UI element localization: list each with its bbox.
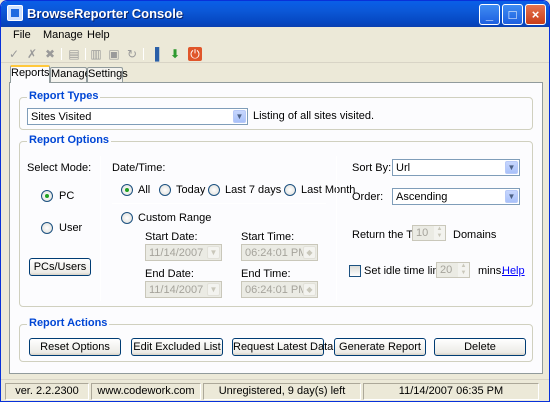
power-icon[interactable]: ⏻ [188, 47, 202, 61]
maximize-button[interactable]: □ [502, 4, 523, 25]
range-all-radio[interactable] [121, 184, 133, 196]
report-type-dropdown[interactable]: Sites Visited ▼ [27, 108, 248, 125]
mode-pc-radio[interactable] [41, 190, 53, 202]
select-mode-label: Select Mode: [27, 162, 92, 174]
minimize-button[interactable]: _ [479, 4, 500, 25]
report-options-group: Report Options Select Mode: PC User PCs/… [19, 134, 533, 307]
range-today-radio[interactable] [159, 184, 171, 196]
generate-report-button[interactable]: Generate Report [334, 338, 426, 356]
start-date-value: 11/14/2007 [149, 247, 204, 259]
idle-time-spinner[interactable]: 20 ▲ ▼ [436, 262, 470, 278]
list-icon[interactable]: ▤ [67, 47, 81, 61]
end-date-label: End Date: [145, 268, 194, 280]
idle-time-value: 20 [440, 264, 453, 276]
return-top-spinner[interactable]: 10 ▲ ▼ [412, 225, 446, 241]
chevron-down-icon[interactable]: ▼ [505, 190, 518, 203]
report-actions-group: Report Actions Reset Options Edit Exclud… [19, 317, 533, 362]
report-type-value: Sites Visited [31, 111, 92, 123]
menu-file[interactable]: File [13, 29, 31, 41]
return-top-value: 10 [416, 227, 429, 239]
request-latest-data-button[interactable]: Request Latest Data [232, 338, 333, 356]
range-lastmonth-label: Last Month [301, 184, 356, 196]
start-time-picker[interactable]: 06:24:01 PM ◆ [241, 244, 318, 261]
custom-range-label: Custom Range [138, 212, 212, 224]
reset-options-button[interactable]: Reset Options [29, 338, 121, 356]
status-bar: ver. 2.2.2300 www.codework.com Unregiste… [1, 379, 549, 401]
status-datetime: 11/14/2007 06:35 PM [363, 383, 539, 400]
chevron-down-icon[interactable]: ▼ [233, 110, 246, 123]
spin-icon[interactable]: ◆ [303, 283, 316, 296]
spinner-arrows-icon[interactable]: ▲ ▼ [434, 226, 445, 240]
tab-manage[interactable]: Manage [50, 67, 91, 82]
refresh-icon[interactable]: ↻ [125, 47, 139, 61]
delete-button[interactable]: Delete [434, 338, 526, 356]
app-window: BrowseReporter Console _ □ × File Manage… [0, 0, 550, 402]
uncheck-icon[interactable]: ✗ [25, 47, 39, 61]
toolbar: ✓ ✗ ✖ ▤ ▥ ▣ ↻ ▐ ⬇ ⏻ [1, 45, 549, 63]
delete-icon[interactable]: ✖ [43, 47, 57, 61]
range-last7-label: Last 7 days [225, 184, 282, 196]
range-today-label: Today [176, 184, 206, 196]
status-website: www.codework.com [91, 383, 201, 400]
end-time-label: End Time: [241, 268, 291, 280]
tab-settings[interactable]: Settings [87, 67, 128, 82]
mode-user-label: User [59, 222, 83, 234]
app-icon [7, 5, 23, 21]
check-icon[interactable]: ✓ [7, 47, 21, 61]
chevron-down-icon[interactable]: ▼ [207, 246, 220, 259]
idle-time-checkbox[interactable] [349, 265, 361, 277]
range-all-label: All [138, 184, 151, 196]
start-time-value: 06:24:01 PM [245, 247, 308, 259]
help-link[interactable]: Help [502, 265, 525, 277]
page-icon[interactable]: ▥ [89, 47, 103, 61]
end-time-value: 06:24:01 PM [245, 284, 308, 296]
domains-label: Domains [453, 229, 497, 241]
window-title: BrowseReporter Console [27, 6, 184, 21]
pcs-users-button[interactable]: PCs/Users [29, 258, 91, 276]
sort-by-label: Sort By: [352, 162, 392, 174]
menu-help[interactable]: Help [87, 29, 110, 41]
mode-user-radio[interactable] [41, 222, 53, 234]
report-types-title: Report Types [27, 90, 101, 102]
range-lastmonth-radio[interactable] [284, 184, 296, 196]
chevron-down-icon[interactable]: ▼ [505, 161, 518, 174]
mins-label: mins. [478, 265, 505, 277]
report-actions-title: Report Actions [27, 317, 110, 329]
start-date-label: Start Date: [145, 231, 198, 243]
title-bar: BrowseReporter Console _ □ × [1, 1, 549, 27]
status-registration: Unregistered, 9 day(s) left [203, 383, 361, 400]
report-options-title: Report Options [27, 134, 112, 146]
report-types-group: Report Types Sites Visited ▼ Listing of … [19, 90, 533, 130]
close-button[interactable]: × [525, 4, 546, 25]
status-version: ver. 2.2.2300 [5, 383, 89, 400]
custom-range-radio[interactable] [121, 212, 133, 224]
order-value: Ascending [396, 191, 448, 203]
tab-reports[interactable]: Reports [10, 65, 50, 83]
spin-icon[interactable]: ◆ [303, 246, 316, 259]
start-date-picker[interactable]: 11/14/2007 ▼ [145, 244, 222, 261]
datetime-label: Date/Time: [112, 162, 166, 174]
order-label: Order: [352, 191, 384, 203]
chevron-down-icon[interactable]: ▼ [207, 283, 220, 296]
menu-bar: File Manage Help [1, 27, 549, 45]
end-time-picker[interactable]: 06:24:01 PM ◆ [241, 281, 318, 298]
end-date-picker[interactable]: 11/14/2007 ▼ [145, 281, 222, 298]
exit-icon[interactable]: ▐ [148, 47, 162, 61]
download-icon[interactable]: ⬇ [168, 47, 182, 61]
start-time-label: Start Time: [241, 231, 295, 243]
report-type-description: Listing of all sites visited. [253, 110, 375, 122]
menu-manage[interactable]: Manage [43, 29, 83, 41]
reports-tab-page: Report Types Sites Visited ▼ Listing of … [9, 82, 543, 374]
range-last7-radio[interactable] [208, 184, 220, 196]
spinner-arrows-icon[interactable]: ▲ ▼ [458, 263, 469, 277]
edit-excluded-list-button[interactable]: Edit Excluded List [131, 338, 223, 356]
sort-by-dropdown[interactable]: Url ▼ [392, 159, 520, 176]
page2-icon[interactable]: ▣ [107, 47, 121, 61]
sort-by-value: Url [396, 162, 411, 174]
mode-pc-label: PC [59, 190, 75, 202]
order-dropdown[interactable]: Ascending ▼ [392, 188, 520, 205]
end-date-value: 11/14/2007 [149, 284, 204, 296]
